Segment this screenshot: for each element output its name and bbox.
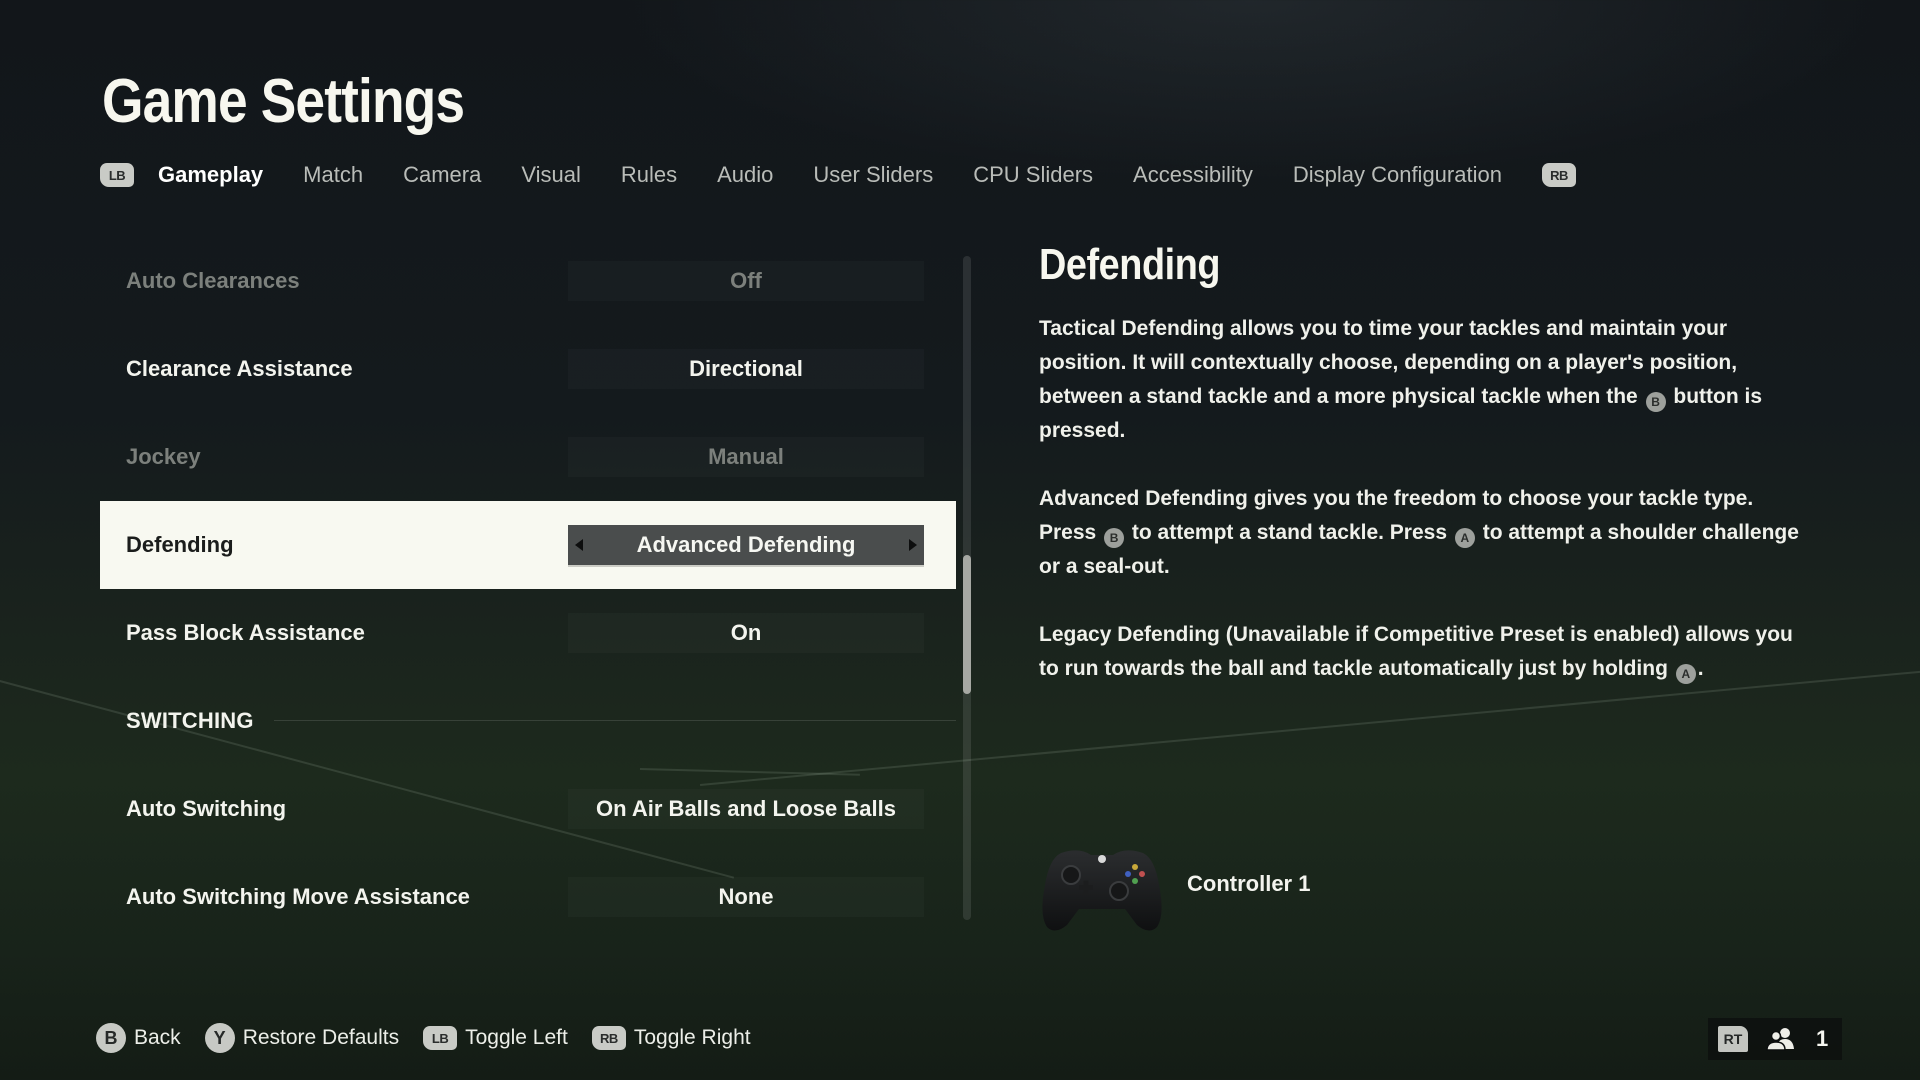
y-button-icon: Y xyxy=(204,1023,235,1053)
setting-label: Jockey xyxy=(126,444,201,469)
setting-row-jockey[interactable]: Jockey Manual xyxy=(100,413,956,501)
lb-bumper-icon: LB xyxy=(423,1026,458,1050)
setting-label: Defending xyxy=(126,532,234,557)
hint-label: Restore Defaults xyxy=(242,1026,400,1049)
arrow-left-icon[interactable] xyxy=(575,539,583,551)
setting-value: Directional xyxy=(689,356,803,381)
toggle-left-button[interactable]: LB Toggle Left xyxy=(423,1026,568,1050)
tab-user-sliders[interactable]: User Sliders xyxy=(813,162,933,188)
hint-label: Toggle Left xyxy=(465,1026,568,1049)
tab-match[interactable]: Match xyxy=(303,162,363,188)
detail-text: to attempt a stand tackle. Press xyxy=(1131,521,1448,544)
rb-bumper-icon[interactable]: RB xyxy=(1541,163,1576,187)
tab-rules[interactable]: Rules xyxy=(621,162,677,188)
setting-row-auto-clearances[interactable]: Auto Clearances Off xyxy=(100,237,956,325)
setting-value: Manual xyxy=(708,444,784,469)
setting-row-auto-switching[interactable]: Auto Switching On Air Balls and Loose Ba… xyxy=(100,765,956,853)
setting-label: Pass Block Assistance xyxy=(126,620,365,645)
a-button-icon: A xyxy=(1675,664,1696,684)
setting-label: Auto Switching xyxy=(126,796,287,821)
tab-accessibility[interactable]: Accessibility xyxy=(1133,162,1253,188)
tab-display-configuration[interactable]: Display Configuration xyxy=(1293,162,1502,188)
hint-label: Toggle Right xyxy=(633,1026,751,1049)
section-divider xyxy=(274,720,956,721)
lb-bumper-icon[interactable]: LB xyxy=(100,163,134,187)
section-header-switching: SWITCHING xyxy=(100,677,956,765)
tab-bar: LB Gameplay Match Camera Visual Rules Au… xyxy=(100,158,1576,192)
setting-row-clearance-assistance[interactable]: Clearance Assistance Directional xyxy=(100,325,956,413)
a-button-icon: A xyxy=(1454,528,1475,548)
detail-panel: Defending Tactical Defending allows you … xyxy=(1039,240,1799,720)
setting-value: On xyxy=(730,620,762,645)
restore-defaults-button[interactable]: Y Restore Defaults xyxy=(204,1023,400,1053)
setting-row-pass-block-assistance[interactable]: Pass Block Assistance On xyxy=(100,589,956,677)
setting-value-selector[interactable]: On Air Balls and Loose Balls xyxy=(568,789,924,829)
back-button[interactable]: B Back xyxy=(96,1023,181,1053)
b-button-icon: B xyxy=(1645,392,1666,412)
setting-value: Advanced Defending xyxy=(636,532,856,557)
tab-gameplay[interactable]: Gameplay xyxy=(158,162,263,188)
setting-value-selector[interactable]: On xyxy=(568,613,924,653)
settings-list: Auto Clearances Off Clearance Assistance… xyxy=(100,237,956,941)
detail-title: Defending xyxy=(1039,240,1221,289)
setting-value: None xyxy=(718,884,774,909)
detail-paragraph-tactical: Tactical Defending allows you to time yo… xyxy=(1039,312,1799,448)
setting-value: Off xyxy=(730,268,762,293)
setting-label: Auto Switching Move Assistance xyxy=(126,884,470,909)
tab-visual[interactable]: Visual xyxy=(521,162,581,188)
setting-value-selector[interactable]: Directional xyxy=(568,349,924,389)
tab-audio[interactable]: Audio xyxy=(717,162,773,188)
controller-label: Controller 1 xyxy=(1187,871,1311,896)
gamepad-icon xyxy=(1039,845,1165,933)
setting-value-selector[interactable]: Off xyxy=(568,261,924,301)
player-count: 1 xyxy=(1816,1026,1829,1051)
setting-value-selector[interactable]: Advanced Defending xyxy=(568,525,924,565)
toggle-right-button[interactable]: RB Toggle Right xyxy=(591,1026,751,1050)
detail-paragraph-advanced: Advanced Defending gives you the freedom… xyxy=(1039,482,1799,584)
setting-value-selector[interactable]: Manual xyxy=(568,437,924,477)
players-icon xyxy=(1766,1027,1796,1051)
settings-scrollbar[interactable] xyxy=(963,256,971,920)
button-hints: B Back Y Restore Defaults LB Toggle Left… xyxy=(96,1022,775,1054)
detail-text: Tactical Defending allows you to time yo… xyxy=(1039,317,1738,408)
detail-paragraph-legacy: Legacy Defending (Unavailable if Competi… xyxy=(1039,618,1799,686)
player-indicator[interactable]: RT 1 xyxy=(1708,1018,1842,1060)
scrollbar-thumb[interactable] xyxy=(963,554,971,695)
page-title: Game Settings xyxy=(102,67,465,136)
setting-value-selector[interactable]: None xyxy=(568,877,924,917)
rt-trigger-icon: RT xyxy=(1718,1026,1748,1052)
arrow-right-icon[interactable] xyxy=(909,539,917,551)
rb-bumper-icon: RB xyxy=(591,1026,626,1050)
setting-label: Clearance Assistance xyxy=(126,356,353,381)
hint-label: Back xyxy=(134,1026,181,1049)
tab-camera[interactable]: Camera xyxy=(403,162,481,188)
b-button-icon: B xyxy=(1104,528,1125,548)
b-button-icon: B xyxy=(96,1023,126,1053)
setting-value: On Air Balls and Loose Balls xyxy=(596,796,896,821)
setting-label: Auto Clearances xyxy=(126,268,300,293)
section-label: SWITCHING xyxy=(126,708,254,733)
tab-cpu-sliders[interactable]: CPU Sliders xyxy=(973,162,1093,188)
setting-row-auto-switching-move-assistance[interactable]: Auto Switching Move Assistance None xyxy=(100,853,956,941)
detail-text: . xyxy=(1697,657,1704,680)
setting-row-defending[interactable]: Defending Advanced Defending xyxy=(100,501,956,589)
